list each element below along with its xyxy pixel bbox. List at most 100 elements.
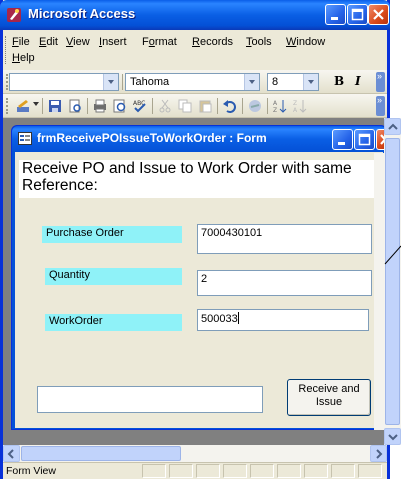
menu-help[interactable]: Help (12, 52, 35, 64)
spelling-icon[interactable]: ABC (132, 98, 148, 114)
svg-text:A: A (293, 107, 298, 114)
print-icon[interactable] (92, 98, 108, 114)
hyperlink-icon[interactable] (247, 98, 263, 114)
menu-insert[interactable]: Insert (99, 36, 127, 48)
print-preview-icon[interactable] (112, 98, 128, 114)
maximize-icon (351, 8, 364, 21)
toolbar-separator (87, 98, 88, 114)
quantity-label: Quantity (45, 268, 182, 285)
menu-view[interactable]: View (66, 36, 90, 48)
font-combo[interactable]: Tahoma (125, 73, 260, 91)
status-indicator (304, 464, 328, 478)
scroll-left-button[interactable] (3, 445, 20, 462)
access-window: Microsoft Access File Edit View Insert F… (0, 0, 390, 479)
status-indicator (331, 464, 355, 478)
maximize-button[interactable] (347, 4, 368, 25)
sort-ascending-icon[interactable]: AZ (272, 98, 288, 114)
object-combo[interactable] (9, 73, 119, 91)
design-view-icon[interactable] (15, 98, 31, 114)
access-key-icon (7, 8, 21, 22)
toolbar-separator (217, 98, 218, 114)
menu-tools[interactable]: Tools (246, 36, 272, 48)
save-icon[interactable] (47, 98, 63, 114)
menu-bar: File Edit View Insert Format Records Too… (3, 30, 387, 68)
chevron-down-icon[interactable] (33, 102, 39, 106)
close-button[interactable] (368, 4, 389, 25)
toolbar-separator (152, 98, 153, 114)
form-detail-section: Receive PO and Issue to Work Order with … (15, 152, 383, 428)
close-icon (373, 9, 384, 20)
formatting-toolbar: Tahoma 8 B I (3, 70, 387, 94)
status-indicator (196, 464, 220, 478)
scroll-right-button[interactable] (370, 445, 387, 462)
chevron-down-icon[interactable] (303, 74, 318, 90)
font-name-value: Tahoma (130, 76, 170, 88)
form-icon (18, 132, 32, 145)
toolbar-options-icon[interactable] (376, 95, 385, 116)
toolbar-separator (267, 98, 268, 114)
cut-icon[interactable] (157, 98, 173, 114)
svg-text:Z: Z (273, 107, 277, 114)
menu-edit[interactable]: Edit (39, 36, 58, 48)
menu-grip[interactable] (5, 36, 8, 64)
status-indicator (250, 464, 274, 478)
form-title: frmReceivePOIssueToWorkOrder : Form (37, 131, 267, 145)
italic-button[interactable]: I (355, 74, 361, 88)
status-indicator (142, 464, 166, 478)
bold-button[interactable]: B (334, 74, 344, 88)
file-search-icon[interactable] (67, 98, 83, 114)
paste-icon[interactable] (197, 98, 213, 114)
receive-and-issue-button[interactable]: Receive and Issue (287, 379, 371, 416)
quantity-field[interactable]: 2 (197, 270, 372, 296)
chevron-down-icon[interactable] (244, 74, 259, 90)
form-heading: Receive PO and Issue to Work Order with … (19, 160, 383, 198)
chevron-right-icon (376, 449, 383, 459)
undo-icon[interactable] (222, 98, 238, 114)
vertical-scrollbar[interactable] (384, 118, 401, 445)
menu-records[interactable]: Records (192, 36, 233, 48)
status-text: Form View (6, 465, 56, 477)
svg-text:A: A (273, 100, 278, 107)
workorder-label: WorkOrder (45, 314, 182, 331)
form-window: frmReceivePOIssueToWorkOrder : Form Rece… (11, 125, 389, 430)
menu-file[interactable]: File (12, 36, 30, 48)
sort-descending-icon[interactable]: ZA (292, 98, 308, 114)
text-caret (237, 312, 239, 324)
scroll-up-button[interactable] (384, 118, 401, 135)
font-size-combo[interactable]: 8 (267, 73, 319, 91)
status-indicator (169, 464, 193, 478)
status-bar: Form View (3, 462, 387, 479)
form-minimize-button[interactable] (332, 129, 353, 150)
status-indicator (223, 464, 247, 478)
toolbar-options-icon[interactable] (376, 71, 385, 92)
menu-window[interactable]: Window (286, 36, 325, 48)
title-bar[interactable]: Microsoft Access (0, 0, 390, 30)
horizontal-scrollbar[interactable] (3, 445, 387, 462)
workorder-value: 500033 (201, 313, 238, 325)
chevron-up-icon (388, 123, 398, 130)
minimize-button[interactable] (325, 4, 346, 25)
chevron-down-icon[interactable] (103, 74, 118, 90)
menu-format[interactable]: Format (142, 36, 177, 48)
status-indicator (358, 464, 382, 478)
chevron-down-icon (388, 434, 398, 441)
form-title-bar[interactable]: frmReceivePOIssueToWorkOrder : Form (12, 126, 389, 152)
standard-toolbar: ABC AZ ZA (3, 94, 387, 118)
vertical-scroll-thumb[interactable] (385, 138, 400, 425)
toolbar-grip[interactable] (6, 98, 9, 114)
minimize-icon (338, 142, 345, 145)
chevron-left-icon (7, 449, 14, 459)
status-indicator (277, 464, 301, 478)
horizontal-scroll-thumb[interactable] (21, 446, 181, 461)
message-box[interactable] (37, 386, 263, 413)
toolbar-separator (242, 98, 243, 114)
maximize-icon (358, 133, 371, 146)
svg-text:Z: Z (293, 100, 297, 107)
copy-icon[interactable] (177, 98, 193, 114)
purchase-order-label: Purchase Order (42, 226, 182, 243)
form-maximize-button[interactable] (354, 129, 375, 150)
purchase-order-field[interactable]: 7000430101 (197, 224, 372, 254)
workorder-field[interactable]: 500033 (197, 309, 369, 331)
minimize-icon (331, 17, 338, 20)
scroll-down-button[interactable] (384, 428, 401, 445)
